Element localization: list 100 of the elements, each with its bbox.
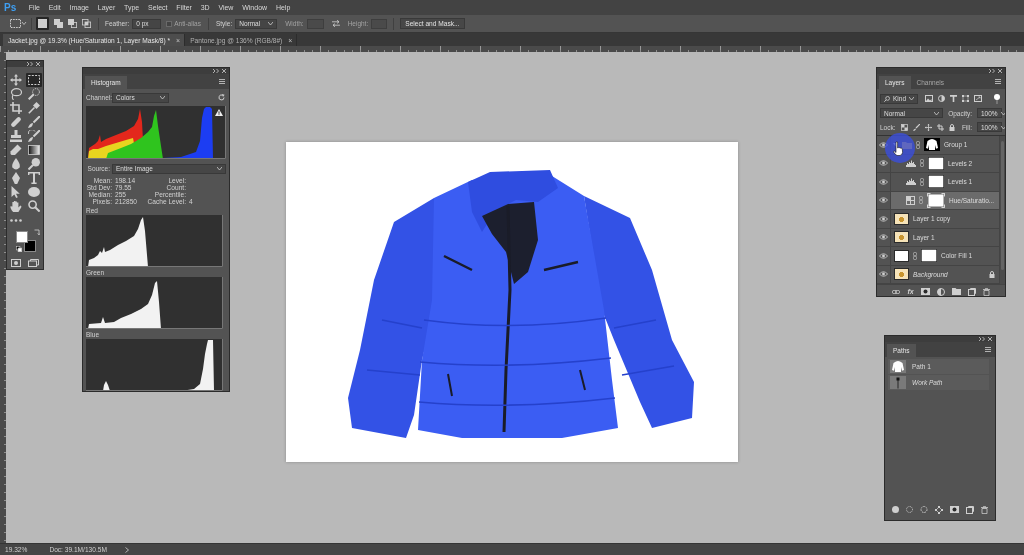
arrow-cursor-icon[interactable] [10, 186, 22, 198]
type-icon[interactable] [28, 172, 40, 184]
panel-menu-icon[interactable] [219, 79, 225, 84]
lasso-icon[interactable] [10, 88, 22, 100]
screen-mode-icon[interactable] [28, 259, 40, 267]
close-icon[interactable] [998, 69, 1002, 73]
mask-thumbnail [928, 175, 944, 189]
stamp-icon[interactable] [10, 130, 22, 142]
lock-artboard-icon[interactable] [936, 123, 944, 131]
hand-icon[interactable] [10, 200, 22, 212]
filter-toggle-icon[interactable] [994, 93, 1000, 104]
lock-position-icon[interactable] [924, 123, 932, 131]
marquee-preset-icon[interactable] [10, 19, 27, 28]
marquee-icon[interactable] [26, 73, 42, 87]
collapse-icon[interactable] [27, 62, 33, 66]
scrollbar-thumb[interactable] [1001, 141, 1004, 270]
zoom-icon[interactable] [28, 200, 40, 212]
collapse-icon[interactable] [979, 337, 985, 341]
more-dots-icon[interactable] [10, 218, 22, 222]
close-icon[interactable] [988, 337, 992, 341]
foreground-swatch-icon[interactable] [16, 231, 28, 243]
link-layers-icon[interactable] [892, 289, 901, 294]
smart-object-filter-icon[interactable] [974, 95, 982, 102]
half-circle-filter-icon[interactable] [938, 95, 945, 102]
app-logo: Ps [4, 2, 17, 13]
filled-circle-icon[interactable] [891, 506, 899, 513]
eye-icon[interactable] [879, 197, 888, 204]
chain-link-icon [919, 196, 923, 205]
eye-icon[interactable] [879, 141, 888, 148]
caret-icon [160, 96, 165, 99]
layer-thumbnail [894, 231, 909, 244]
bandage-icon[interactable] [10, 116, 22, 128]
close-icon[interactable] [222, 69, 226, 73]
add-selection-icon[interactable] [54, 19, 63, 28]
subtract-selection-icon[interactable] [68, 19, 77, 28]
search-icon [884, 95, 890, 102]
lock-pixels-icon[interactable] [912, 123, 920, 131]
chain-link-icon [916, 140, 920, 149]
trash-icon[interactable] [981, 505, 989, 514]
hand-cursor-icon [885, 133, 915, 163]
dashed-circle-icon[interactable] [919, 506, 928, 513]
eyedropper-icon[interactable] [28, 102, 40, 114]
add-mask-icon[interactable] [920, 288, 930, 295]
add-mask-icon[interactable] [950, 506, 960, 513]
eye-icon[interactable] [879, 271, 888, 278]
trash-icon[interactable] [982, 287, 990, 296]
move-arrows-icon[interactable] [10, 74, 22, 86]
eye-icon[interactable] [879, 178, 888, 185]
new-selection-icon[interactable] [36, 17, 49, 30]
mask-thumbnail [927, 192, 945, 208]
default-colors-icon[interactable] [16, 246, 22, 252]
folder-icon[interactable] [951, 288, 961, 295]
pen-icon[interactable] [10, 172, 22, 184]
shape-filter-icon[interactable] [962, 95, 969, 102]
caret-icon [1000, 125, 1005, 129]
scrollbar[interactable] [999, 136, 1005, 284]
eye-icon[interactable] [879, 215, 888, 222]
eraser-icon[interactable] [10, 144, 22, 156]
quick-mask-icon[interactable] [10, 259, 21, 267]
lock-transparency-icon[interactable] [900, 123, 908, 131]
layer-thumbnail [894, 268, 909, 281]
panel-menu-icon[interactable] [985, 347, 991, 352]
refresh-icon[interactable] [218, 94, 225, 101]
caret-icon [268, 22, 274, 25]
collapse-icon[interactable] [213, 69, 219, 73]
crop-icon[interactable] [10, 102, 22, 114]
chain-link-icon [920, 159, 924, 168]
warning-icon[interactable] [215, 109, 223, 116]
collapse-icon[interactable] [989, 69, 995, 73]
history-brush-icon[interactable] [28, 130, 40, 142]
anchor-points-icon[interactable] [935, 505, 943, 514]
type-filter-icon[interactable] [950, 95, 957, 102]
new-path-icon[interactable] [966, 505, 975, 514]
chevron-right-icon[interactable] [124, 546, 129, 553]
swap-arrows-icon[interactable] [331, 20, 340, 27]
mask-thumbnail [928, 156, 944, 170]
dotted-circle-icon[interactable] [905, 506, 913, 513]
image-filter-icon[interactable] [925, 95, 933, 102]
chain-link-icon [920, 177, 924, 186]
eye-icon[interactable] [879, 160, 888, 167]
mask-thumbnail [921, 249, 937, 263]
lock-all-icon[interactable] [948, 123, 955, 131]
path-thumbnail [890, 376, 906, 389]
adjustment-layer-icon[interactable] [936, 287, 945, 296]
brush-icon[interactable] [28, 116, 40, 128]
eye-icon[interactable] [879, 252, 888, 259]
droplet-icon[interactable] [10, 158, 22, 170]
path-thumbnail [890, 360, 906, 373]
panel-menu-icon[interactable] [995, 79, 1001, 84]
ellipse-icon[interactable] [28, 186, 40, 198]
swap-colors-icon[interactable] [34, 229, 40, 235]
eye-icon[interactable] [879, 234, 888, 241]
mask-thumbnail [924, 138, 940, 152]
levels-icon [906, 178, 916, 186]
gradient-icon[interactable] [28, 144, 40, 156]
quick-selection-icon[interactable] [28, 88, 40, 100]
intersect-selection-icon[interactable] [82, 19, 91, 28]
new-layer-icon[interactable] [967, 287, 976, 296]
dodge-icon[interactable] [28, 158, 40, 170]
close-icon[interactable] [36, 62, 40, 66]
